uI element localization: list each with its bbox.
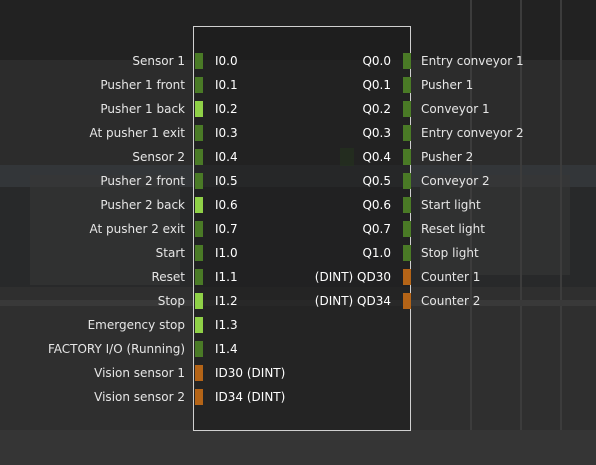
input-row-vision-sensor-1: Vision sensor 1 ID30 (DINT) (0, 365, 596, 381)
status-indicator[interactable] (403, 173, 411, 189)
tag-label: Entry conveyor 1 (421, 54, 524, 68)
address-label: Q0.6 (362, 198, 391, 212)
tag-label: Start light (421, 198, 481, 212)
status-indicator[interactable] (403, 269, 411, 285)
output-row-reset-light: Reset light Q0.7 (0, 221, 596, 237)
tag-label: Conveyor 2 (421, 174, 490, 188)
status-indicator[interactable] (403, 197, 411, 213)
tag-label: Pusher 1 (421, 78, 474, 92)
tag-label: Vision sensor 1 (94, 366, 185, 380)
address-label: Q0.2 (362, 102, 391, 116)
address-label: Q0.3 (362, 126, 391, 140)
address-label: ID34 (DINT) (215, 390, 286, 404)
address-label: ID30 (DINT) (215, 366, 286, 380)
status-indicator[interactable] (195, 365, 203, 381)
status-indicator[interactable] (403, 245, 411, 261)
tag-label: Conveyor 1 (421, 102, 490, 116)
status-indicator[interactable] (403, 221, 411, 237)
tag-label: FACTORY I/O (Running) (47, 342, 185, 356)
tag-label: Emergency stop (87, 318, 185, 332)
output-row-start-light: Start light Q0.6 (0, 197, 596, 213)
input-row-factory-i-o-running: FACTORY I/O (Running) I1.4 (0, 341, 596, 357)
input-row-vision-sensor-2: Vision sensor 2 ID34 (DINT) (0, 389, 596, 405)
output-row-pusher-1: Pusher 1 Q0.1 (0, 77, 596, 93)
output-row-counter-2: Counter 2 (DINT) QD34 (0, 293, 596, 309)
tag-label: Counter 2 (421, 294, 481, 308)
tag-label: Stop light (421, 246, 479, 260)
output-row-conveyor-2: Conveyor 2 Q0.5 (0, 173, 596, 189)
status-indicator[interactable] (403, 101, 411, 117)
output-row-entry-conveyor-2: Entry conveyor 2 Q0.3 (0, 125, 596, 141)
address-label: Q0.0 (362, 54, 391, 68)
address-label: Q1.0 (362, 246, 391, 260)
output-row-counter-1: Counter 1 (DINT) QD30 (0, 269, 596, 285)
input-row-emergency-stop: Emergency stop I1.3 (0, 317, 596, 333)
address-label: I1.3 (215, 318, 238, 332)
output-row-entry-conveyor-1: Entry conveyor 1 Q0.0 (0, 53, 596, 69)
address-label: (DINT) QD30 (314, 270, 391, 284)
tag-label: Counter 1 (421, 270, 481, 284)
tag-label: Entry conveyor 2 (421, 126, 524, 140)
address-label: (DINT) QD34 (314, 294, 391, 308)
tag-label: Reset light (421, 222, 485, 236)
address-label: Q0.5 (362, 174, 391, 188)
status-indicator[interactable] (403, 149, 411, 165)
status-indicator[interactable] (195, 317, 203, 333)
status-indicator[interactable] (195, 389, 203, 405)
tag-label: Vision sensor 2 (94, 390, 185, 404)
output-row-pusher-2: Pusher 2 Q0.4 (0, 149, 596, 165)
output-row-stop-light: Stop light Q1.0 (0, 245, 596, 261)
output-row-conveyor-1: Conveyor 1 Q0.2 (0, 101, 596, 117)
address-label: Q0.4 (362, 150, 391, 164)
status-indicator[interactable] (195, 341, 203, 357)
status-indicator[interactable] (403, 125, 411, 141)
address-label: Q0.7 (362, 222, 391, 236)
status-indicator[interactable] (403, 77, 411, 93)
tag-label: Pusher 2 (421, 150, 474, 164)
address-label: I1.4 (215, 342, 238, 356)
status-indicator[interactable] (403, 293, 411, 309)
status-indicator[interactable] (403, 53, 411, 69)
address-label: Q0.1 (362, 78, 391, 92)
